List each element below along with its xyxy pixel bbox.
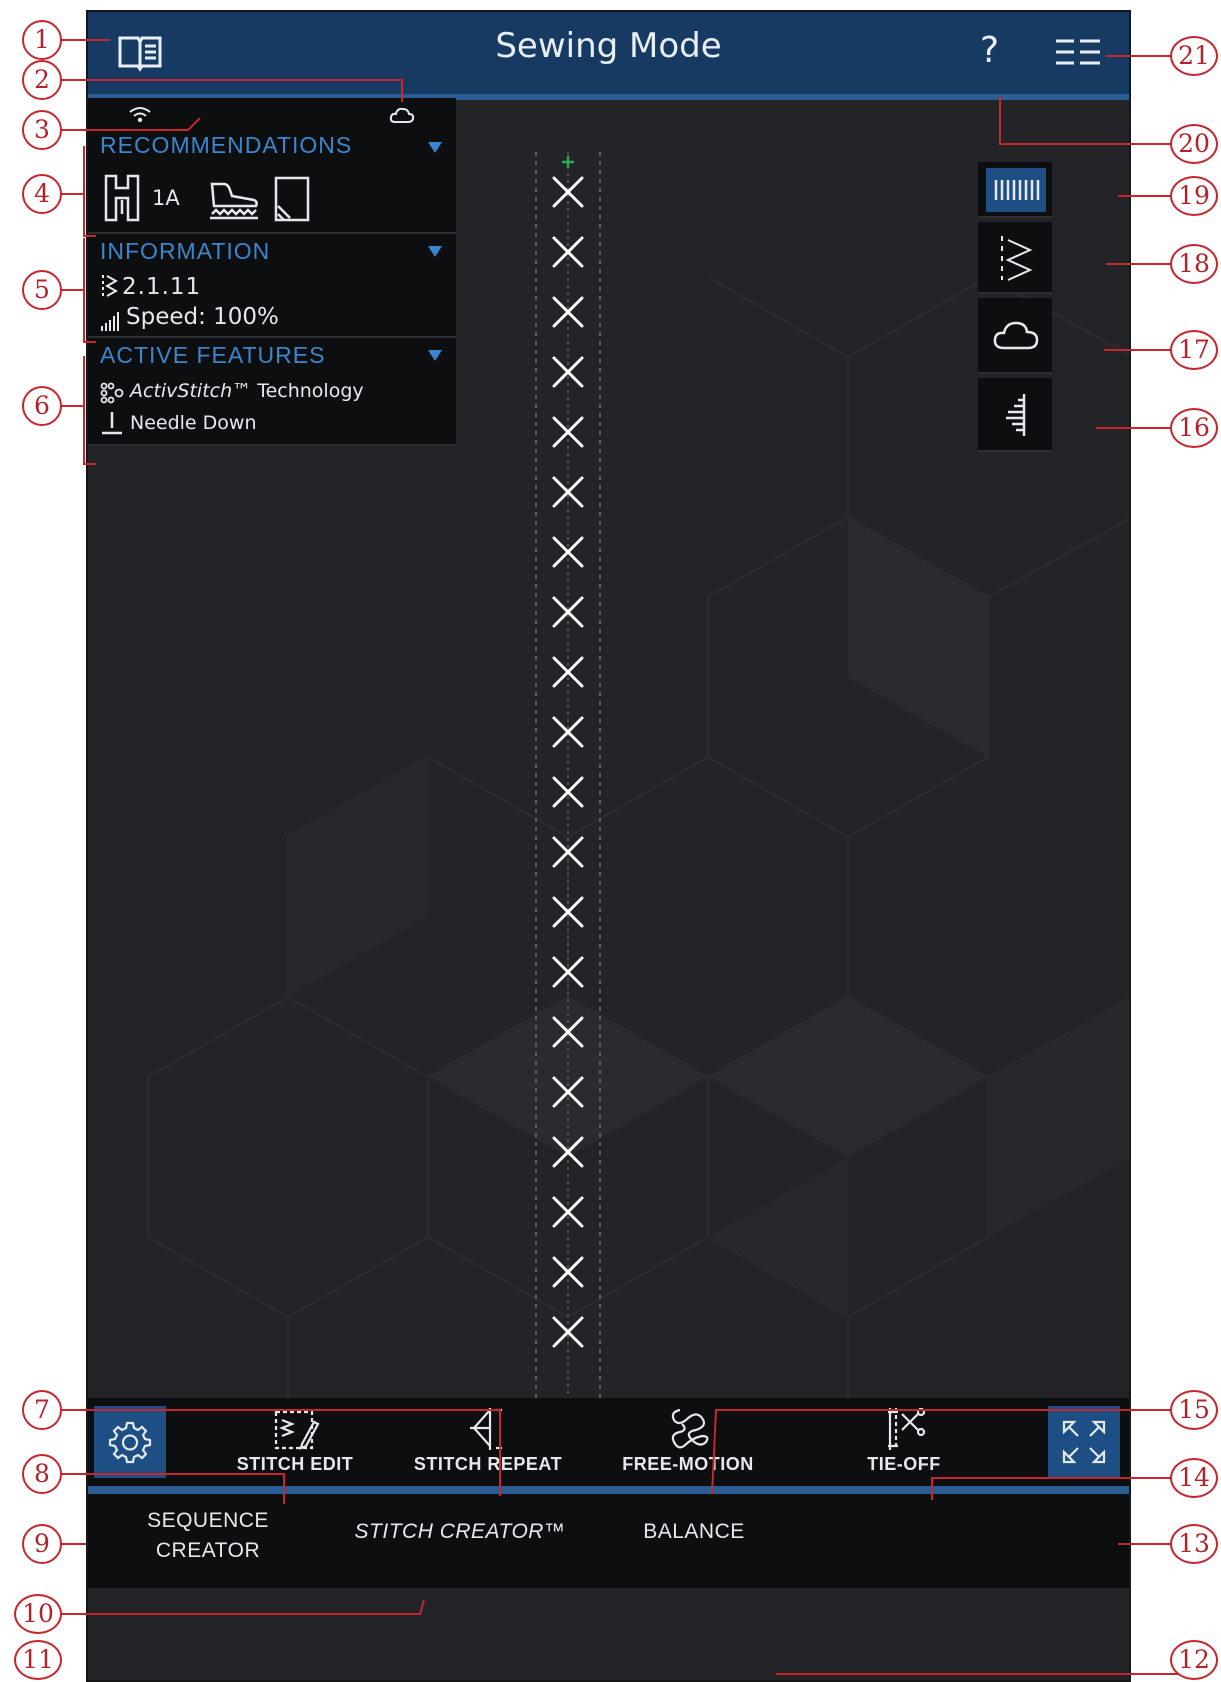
callout-6: 6 xyxy=(22,386,62,426)
activstitch-suffix: Technology xyxy=(251,380,364,402)
stitch-repeat-label: STITCH REPEAT xyxy=(413,1454,563,1474)
presser-foot-icon xyxy=(104,174,140,222)
presser-foot-label: 1A xyxy=(152,186,180,210)
recommendations-heading: RECOMMENDATIONS xyxy=(100,132,353,158)
stitch-view-button[interactable] xyxy=(978,162,1052,218)
zoom-to-all-icon xyxy=(1062,1420,1106,1464)
zoom-to-all-button[interactable] xyxy=(1048,1406,1120,1478)
callout-8: 8 xyxy=(22,1454,62,1494)
callout-4: 4 xyxy=(22,174,62,214)
callout-9: 9 xyxy=(22,1524,62,1564)
callout-21: 21 xyxy=(1170,36,1218,76)
stitch-icon xyxy=(102,275,118,299)
tab-balance[interactable]: BALANCE xyxy=(624,1520,764,1544)
collapse-arrow-icon[interactable] xyxy=(428,350,442,361)
cloud-icon xyxy=(389,107,415,123)
quick-menu-icon[interactable] xyxy=(1054,38,1102,72)
activstitch-icon xyxy=(100,382,124,404)
actual-size-stitch-icon xyxy=(994,180,1040,200)
callout-3: 3 xyxy=(22,110,62,150)
callout-18: 18 xyxy=(1170,244,1218,284)
callout-19: 19 xyxy=(1170,176,1218,216)
callout-14: 14 xyxy=(1170,1458,1218,1498)
gear-icon xyxy=(108,1421,152,1464)
stitch-repeat-icon xyxy=(470,1408,502,1450)
stabilizer-icon xyxy=(274,176,310,222)
stitch-position-icon xyxy=(1006,394,1026,436)
tab-sequence-creator[interactable]: SEQUENCE CREATOR xyxy=(128,1506,288,1566)
collapse-arrow-icon[interactable] xyxy=(428,246,442,257)
callout-5: 5 xyxy=(22,270,62,310)
free-motion-button[interactable]: FREE-MOTION xyxy=(588,1398,788,1480)
stitch-preview[interactable] xyxy=(528,152,608,1398)
cross-stitch-mark xyxy=(552,236,584,268)
cross-stitch-mark xyxy=(552,656,584,688)
wifi-icon xyxy=(129,107,151,123)
active-features-panel[interactable]: ACTIVE FEATURES ActivStitch™ Technology … xyxy=(88,338,456,446)
callout-2: 2 xyxy=(22,60,62,100)
stitch-edit-button[interactable]: STITCH EDIT xyxy=(200,1398,390,1480)
cross-stitch-mark xyxy=(552,956,584,988)
right-sidebar xyxy=(978,162,1052,452)
activstitch-name: ActivStitch™ xyxy=(130,380,252,402)
callout-15: 15 xyxy=(1170,1390,1218,1430)
collapse-arrow-icon[interactable] xyxy=(428,142,442,153)
callout-1: 1 xyxy=(22,20,62,60)
activstitch-label: ActivStitch™ Technology xyxy=(130,380,364,402)
speed-label: Speed: 100% xyxy=(126,304,279,330)
tab-stitch-creator[interactable]: STITCH CREATOR™ xyxy=(320,1520,600,1544)
feed-dogs-icon xyxy=(210,182,258,220)
free-motion-icon xyxy=(671,1408,709,1449)
callout-10: 10 xyxy=(14,1594,62,1634)
stitch-number: 2.1.11 xyxy=(122,274,202,300)
settings-button[interactable] xyxy=(94,1406,166,1478)
cross-stitch-mark xyxy=(552,1076,584,1108)
callout-11: 11 xyxy=(14,1640,62,1680)
free-motion-label: FREE-MOTION xyxy=(622,1454,754,1474)
bottom-toolbar: STITCH EDIT STITCH REPEAT FREE-MOTION TI… xyxy=(88,1398,1129,1588)
top-bar: Sewing Mode ? xyxy=(88,12,1129,100)
needle-down-icon xyxy=(102,412,122,435)
callout-13: 13 xyxy=(1170,1524,1218,1564)
sequence-creator-line1: SEQUENCE xyxy=(147,1509,269,1532)
callout-16: 16 xyxy=(1170,408,1218,448)
callout-20: 20 xyxy=(1170,124,1218,164)
stitch-position-button[interactable] xyxy=(978,378,1052,452)
stitch-sequence-button[interactable] xyxy=(978,222,1052,294)
speed-bars-icon xyxy=(101,312,119,331)
help-icon[interactable]: ? xyxy=(980,30,999,71)
tie-off-icon xyxy=(888,1407,926,1450)
recommendations-panel[interactable]: RECOMMENDATIONS 1A xyxy=(88,98,456,234)
needle-down-label: Needle Down xyxy=(130,412,257,434)
cloud-button[interactable] xyxy=(978,298,1052,374)
tie-off-label: TIE-OFF xyxy=(867,1454,941,1474)
information-panel[interactable]: INFORMATION 2.1.11 Speed: 100% xyxy=(88,234,456,338)
page-title: Sewing Mode xyxy=(495,26,722,66)
cloud-icon xyxy=(993,321,1039,350)
information-heading: INFORMATION xyxy=(100,238,271,264)
stitch-edit-label: STITCH EDIT xyxy=(236,1454,354,1474)
callout-7: 7 xyxy=(22,1390,62,1430)
callout-17: 17 xyxy=(1170,330,1218,370)
zigzag-stitch-icon xyxy=(1001,236,1033,281)
stitch-repeat-button[interactable]: STITCH REPEAT xyxy=(388,1398,588,1480)
active-features-heading: ACTIVE FEATURES xyxy=(100,342,326,368)
stitch-edit-icon xyxy=(274,1410,320,1450)
cross-stitch-mark xyxy=(552,536,584,568)
tab-indicator-bar xyxy=(88,1486,1129,1494)
callout-12: 12 xyxy=(1170,1640,1218,1680)
sequence-creator-line2: CREATOR xyxy=(155,1539,261,1562)
tie-off-button[interactable]: TIE-OFF xyxy=(804,1398,1004,1480)
sewing-screen: Sewing Mode ? RECOMMENDATIONS 1A INFORMA… xyxy=(86,10,1131,1682)
